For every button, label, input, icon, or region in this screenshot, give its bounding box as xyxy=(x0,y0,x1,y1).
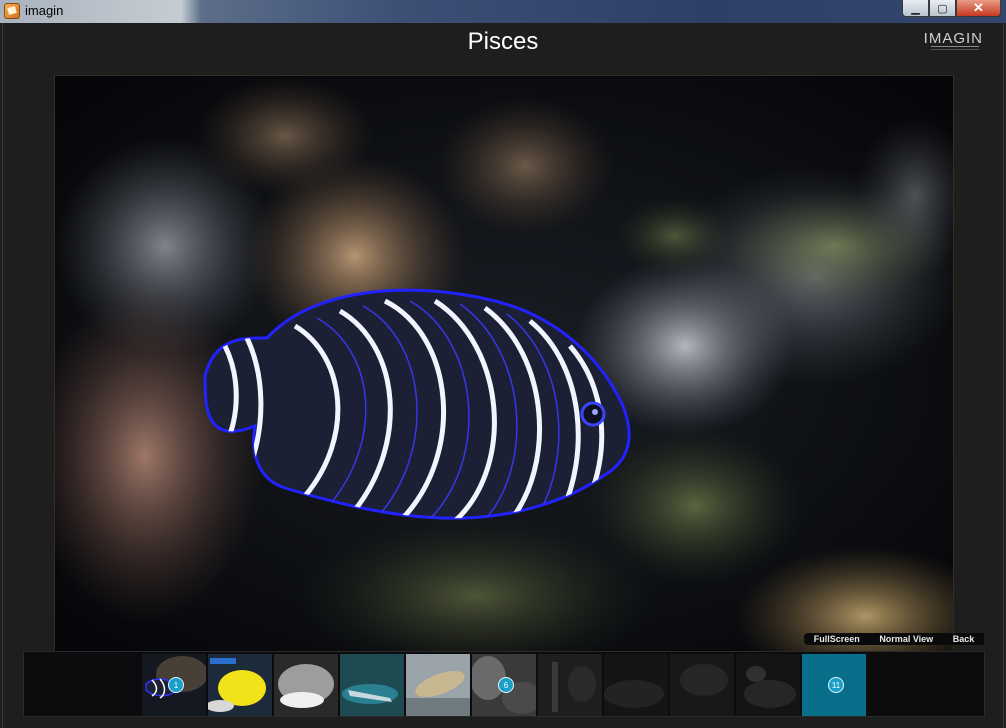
back-button[interactable]: Back xyxy=(953,634,975,644)
window-title-bar[interactable]: imagin ▁ ▢ ✕ xyxy=(0,0,1006,23)
app-icon xyxy=(4,3,20,19)
fish-photo-illustration xyxy=(55,76,953,651)
thumbnail-badge: 1 xyxy=(168,677,184,693)
app-window: IMAGIN FullScreen Normal View Back 1 6 1… xyxy=(2,23,1004,728)
thumbnail-badge: 6 xyxy=(498,677,514,693)
thumbnail-7[interactable] xyxy=(538,654,602,716)
window-controls: ▁ ▢ ✕ xyxy=(902,0,1001,18)
photo-title: Pisces xyxy=(467,28,539,55)
thumbnail-2[interactable] xyxy=(208,654,272,716)
thumbnail-8[interactable] xyxy=(604,654,668,716)
normal-view-button[interactable]: Normal View xyxy=(879,634,933,644)
thumbnail-6[interactable]: 6 xyxy=(472,654,536,716)
main-photo[interactable] xyxy=(54,75,954,652)
window-title: imagin xyxy=(25,3,64,18)
thumbnail-9[interactable] xyxy=(670,654,734,716)
thumbnail-3[interactable] xyxy=(274,654,338,716)
thumbnail-10[interactable] xyxy=(736,654,800,716)
view-controls: FullScreen Normal View Back xyxy=(804,633,984,645)
thumbnail-5[interactable] xyxy=(406,654,470,716)
thumbnail-badge: 11 xyxy=(828,677,844,693)
close-button[interactable]: ✕ xyxy=(956,0,1001,17)
thumbnail-strip[interactable]: 1 6 11 xyxy=(23,651,985,717)
thumbnail-4[interactable] xyxy=(340,654,404,716)
minimize-button[interactable]: ▁ xyxy=(902,0,929,17)
fullscreen-button[interactable]: FullScreen xyxy=(814,634,860,644)
thumbnail-11-selected[interactable]: 11 xyxy=(802,654,866,716)
thumbnail-1[interactable]: 1 xyxy=(142,654,206,716)
maximize-button[interactable]: ▢ xyxy=(929,0,956,17)
